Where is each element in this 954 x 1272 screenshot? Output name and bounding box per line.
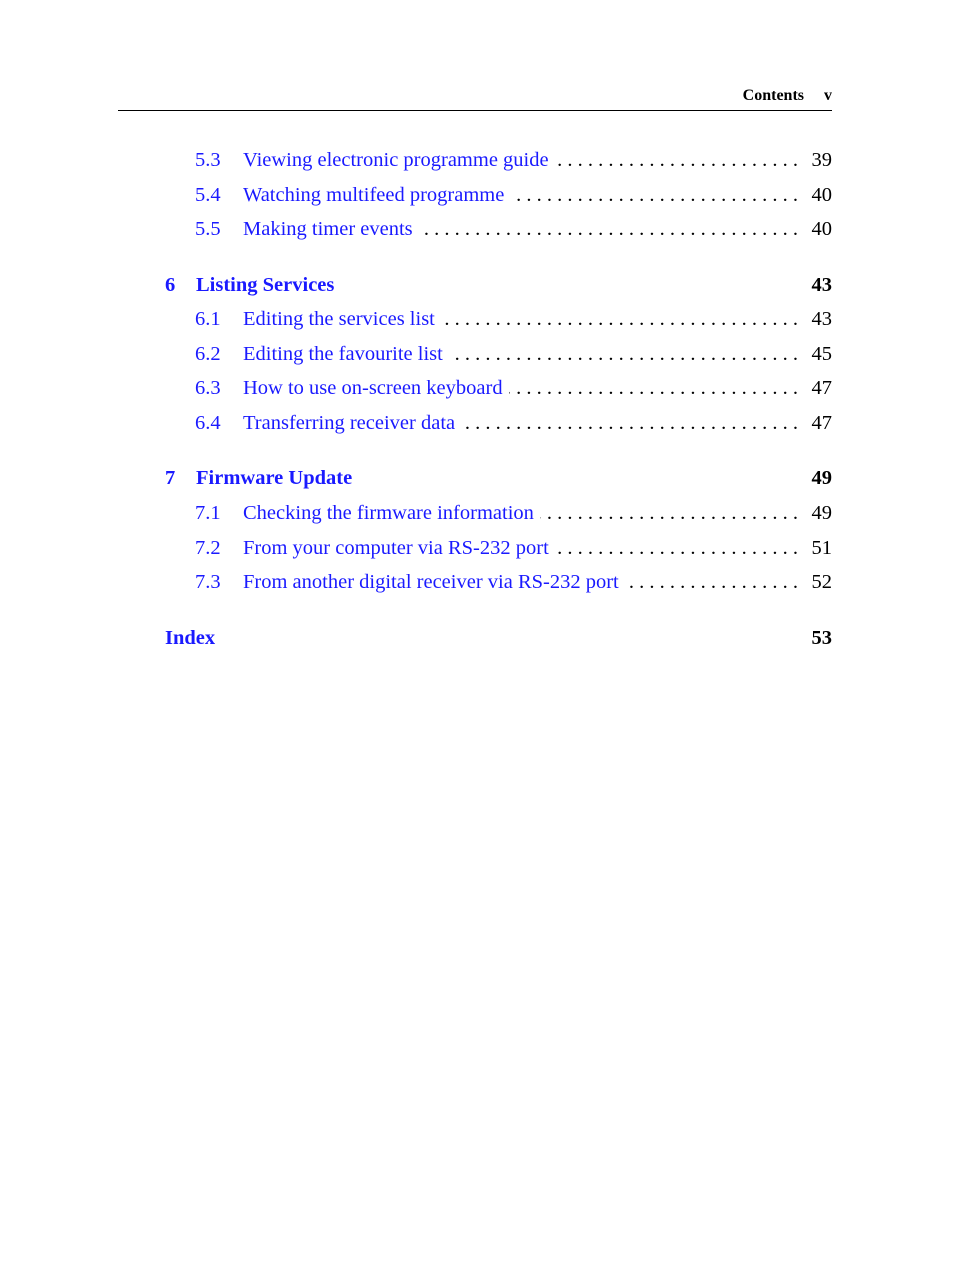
- toc-entry-section[interactable]: 7.2 . . . . . . . . . . . . . . . . . . …: [165, 535, 832, 561]
- page-number: 47: [811, 412, 833, 434]
- toc-entry-chapter[interactable]: 7 Firmware Update 49: [165, 465, 832, 491]
- page-number: 39: [811, 149, 833, 171]
- section-number: 5.3: [195, 149, 221, 171]
- toc-entry-section[interactable]: 6.3 . . . . . . . . . . . . . . . . . . …: [165, 375, 832, 401]
- page-number: 52: [811, 571, 833, 593]
- running-head: Contents v: [118, 86, 832, 111]
- section-title-link[interactable]: Checking the firmware information: [243, 500, 540, 526]
- section-number: 5.5: [195, 218, 221, 240]
- chapter-number: 6: [165, 274, 176, 296]
- running-head-page-number: v: [824, 87, 832, 104]
- section-title-link[interactable]: Editing the services list: [243, 306, 441, 332]
- section-number: 7.2: [195, 537, 221, 559]
- section-number: 6.4: [195, 412, 221, 434]
- toc-entry-section[interactable]: 6.2 . . . . . . . . . . . . . . . . . . …: [165, 341, 832, 367]
- section-title-link[interactable]: Editing the favourite list: [243, 341, 449, 367]
- section-title-link[interactable]: From another digital receiver via RS-232…: [243, 569, 625, 595]
- page-number: 40: [811, 218, 833, 240]
- toc-entry-section[interactable]: 7.1 . . . . . . . . . . . . . . . . . . …: [165, 500, 832, 526]
- section-title-link[interactable]: How to use on-screen keyboard: [243, 375, 509, 401]
- section-number: 5.4: [195, 184, 221, 206]
- page-number: 45: [811, 343, 833, 365]
- index-link[interactable]: Index: [165, 625, 215, 651]
- page-number: 47: [811, 377, 833, 399]
- section-title-link[interactable]: Watching multifeed programme: [243, 182, 511, 208]
- section-title-link[interactable]: From your computer via RS-232 port: [243, 535, 555, 561]
- section-title-link[interactable]: Making timer events: [243, 216, 419, 242]
- section-number: 7.1: [195, 502, 221, 524]
- section-number: 6.1: [195, 308, 221, 330]
- page-number: 43: [811, 274, 833, 296]
- section-number: 6.2: [195, 343, 221, 365]
- page-number: 51: [811, 537, 833, 559]
- toc-entry-section[interactable]: 5.5 . . . . . . . . . . . . . . . . . . …: [165, 216, 832, 242]
- running-head-title: Contents: [742, 87, 804, 104]
- page-number: 40: [811, 184, 833, 206]
- toc-entry-section[interactable]: 6.1 . . . . . . . . . . . . . . . . . . …: [165, 306, 832, 332]
- chapter-title-link[interactable]: Listing Services: [196, 272, 334, 298]
- toc-entry-section[interactable]: 6.4 . . . . . . . . . . . . . . . . . . …: [165, 410, 832, 436]
- chapter-title-link[interactable]: Firmware Update: [196, 465, 352, 491]
- section-number: 7.3: [195, 571, 221, 593]
- section-title-link[interactable]: Viewing electronic programme guide: [243, 147, 555, 173]
- toc-entry-section[interactable]: 7.3 . . . . . . . . . . . . . . . . . . …: [165, 569, 832, 595]
- chapter-number: 7: [165, 467, 176, 489]
- section-title-link[interactable]: Transferring receiver data: [243, 410, 462, 436]
- toc-entry-section[interactable]: 5.3 . . . . . . . . . . . . . . . . . . …: [165, 147, 832, 173]
- page-number: 43: [811, 308, 833, 330]
- page-number: 49: [811, 502, 833, 524]
- toc-entry-chapter[interactable]: 6 Listing Services 43: [165, 272, 832, 298]
- page-number: 53: [811, 627, 833, 649]
- section-number: 6.3: [195, 377, 221, 399]
- toc-entry-section[interactable]: 5.4 . . . . . . . . . . . . . . . . . . …: [165, 182, 832, 208]
- toc-entry-index[interactable]: Index 53: [165, 625, 832, 651]
- page-number: 49: [811, 467, 833, 489]
